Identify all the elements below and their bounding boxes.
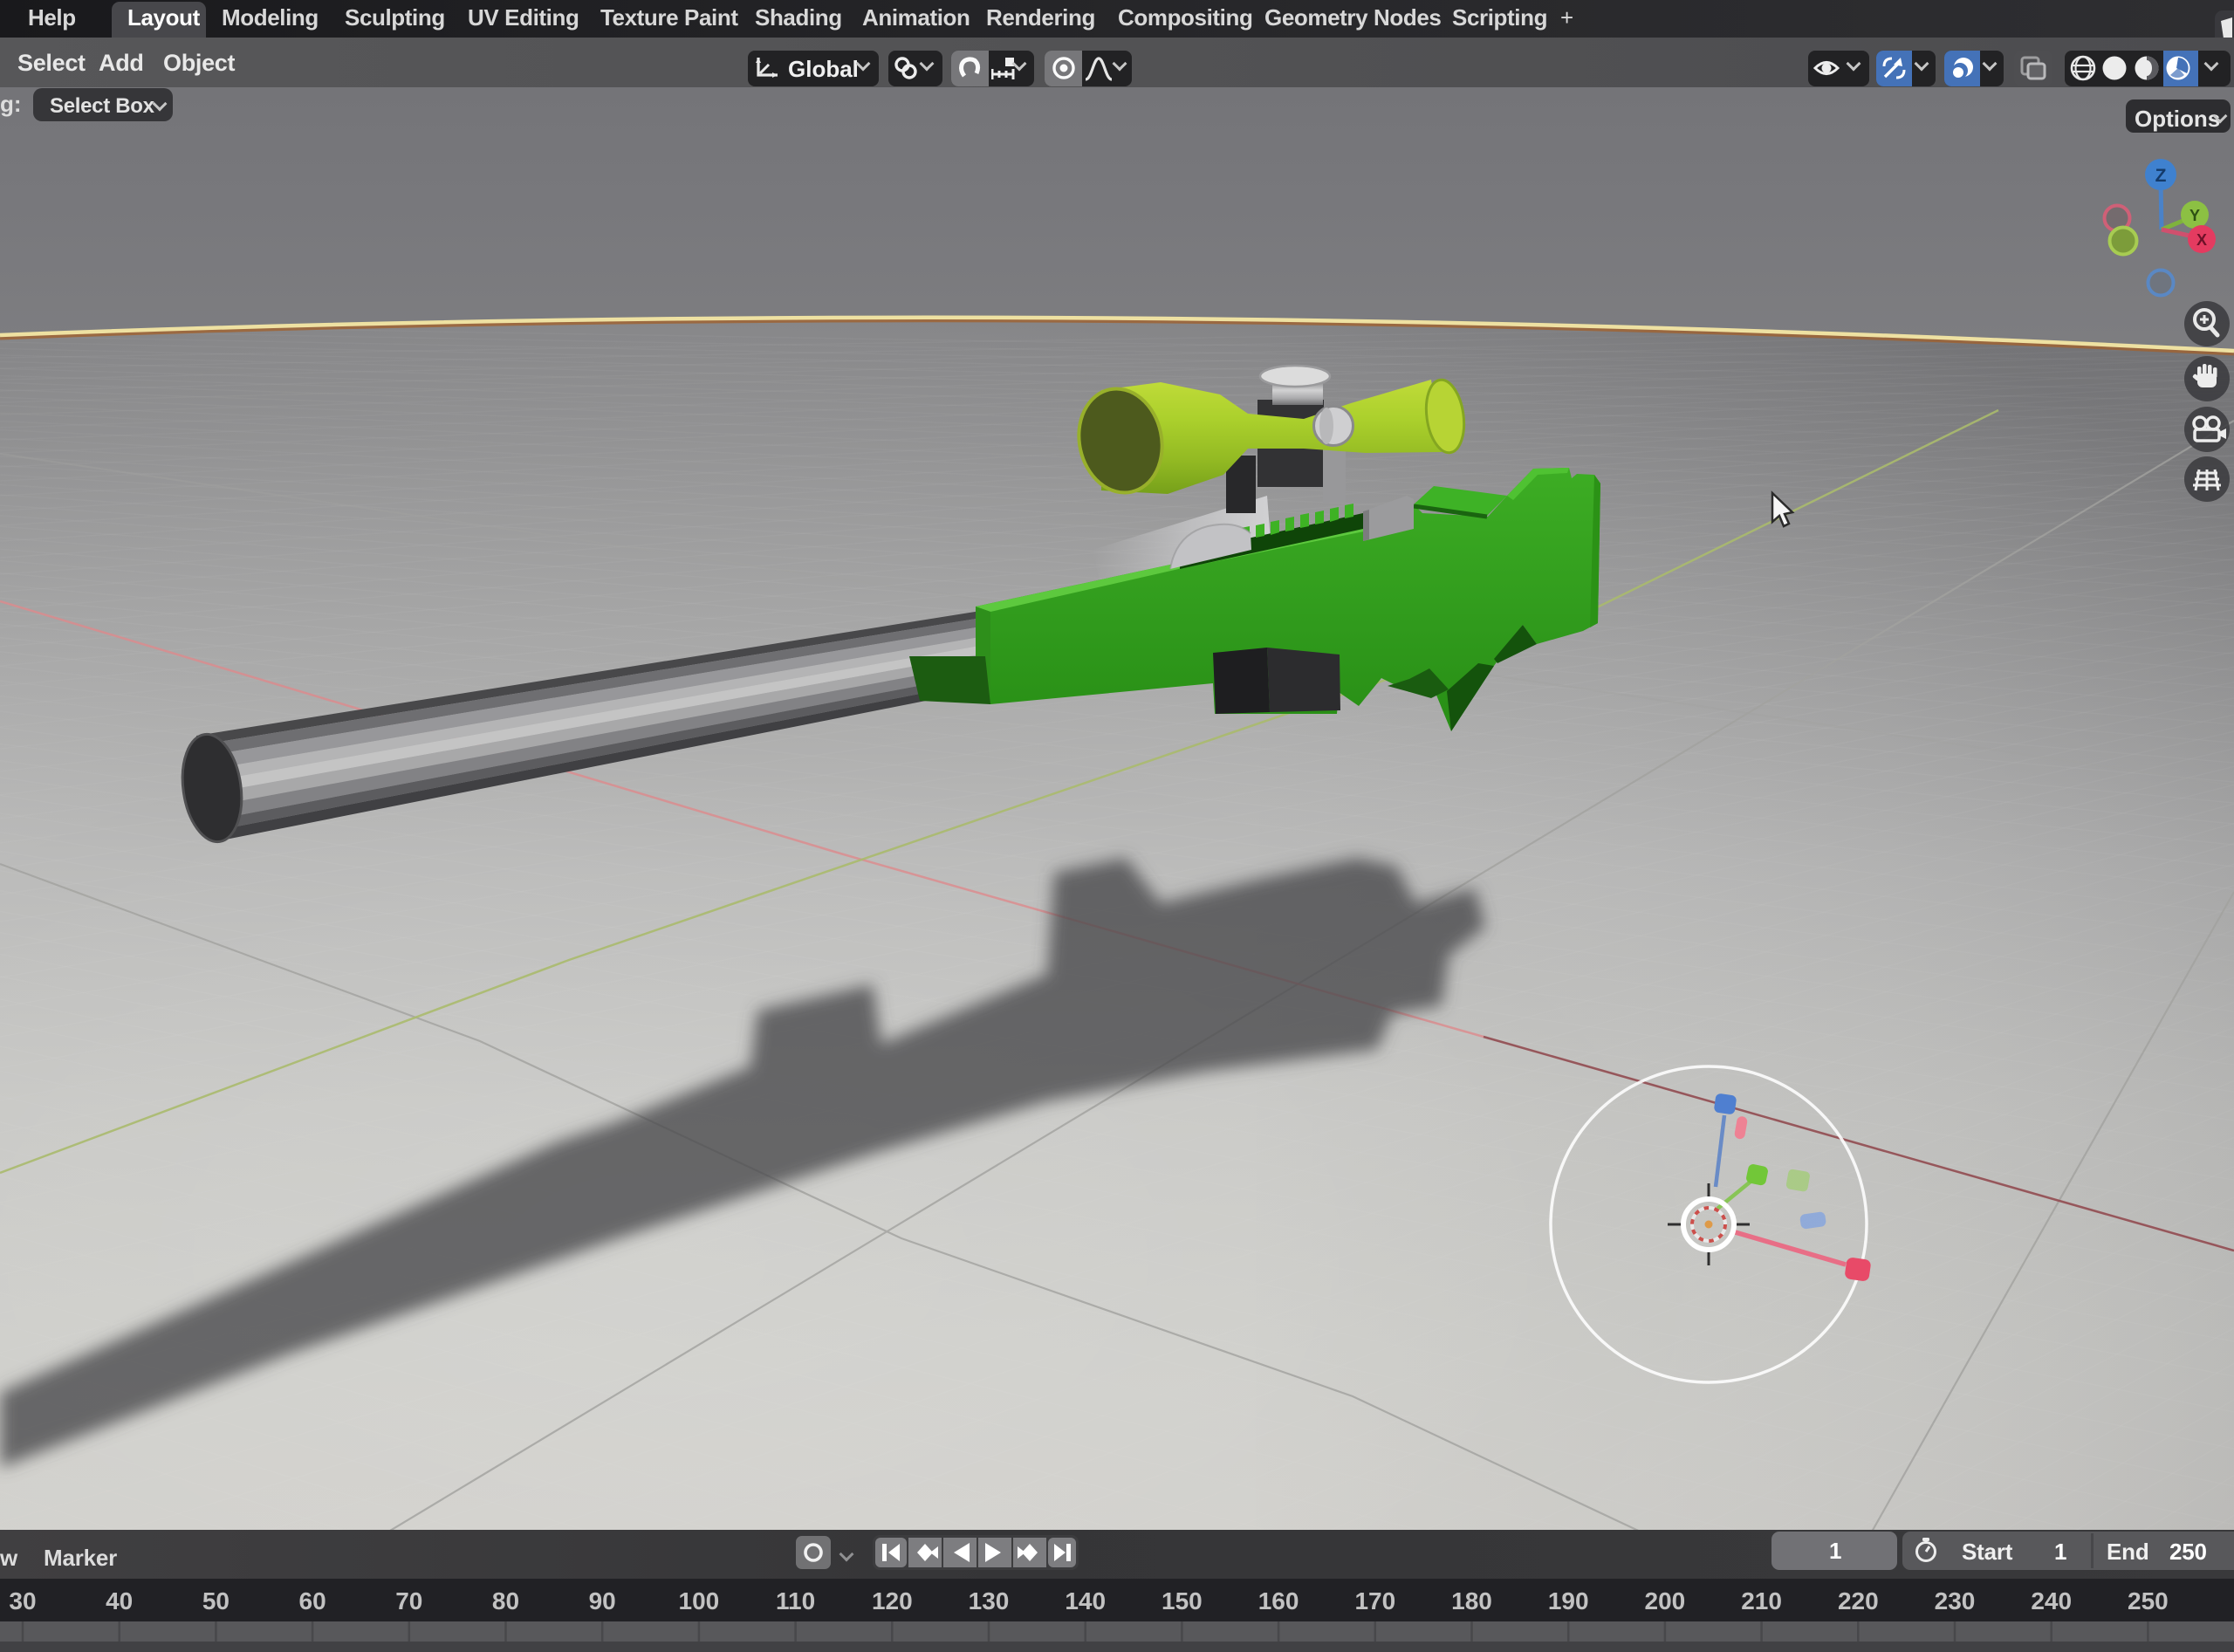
svg-text:Z: Z [2155,166,2167,186]
svg-text:Y: Y [2189,207,2200,224]
svg-text:X: X [2196,231,2207,249]
